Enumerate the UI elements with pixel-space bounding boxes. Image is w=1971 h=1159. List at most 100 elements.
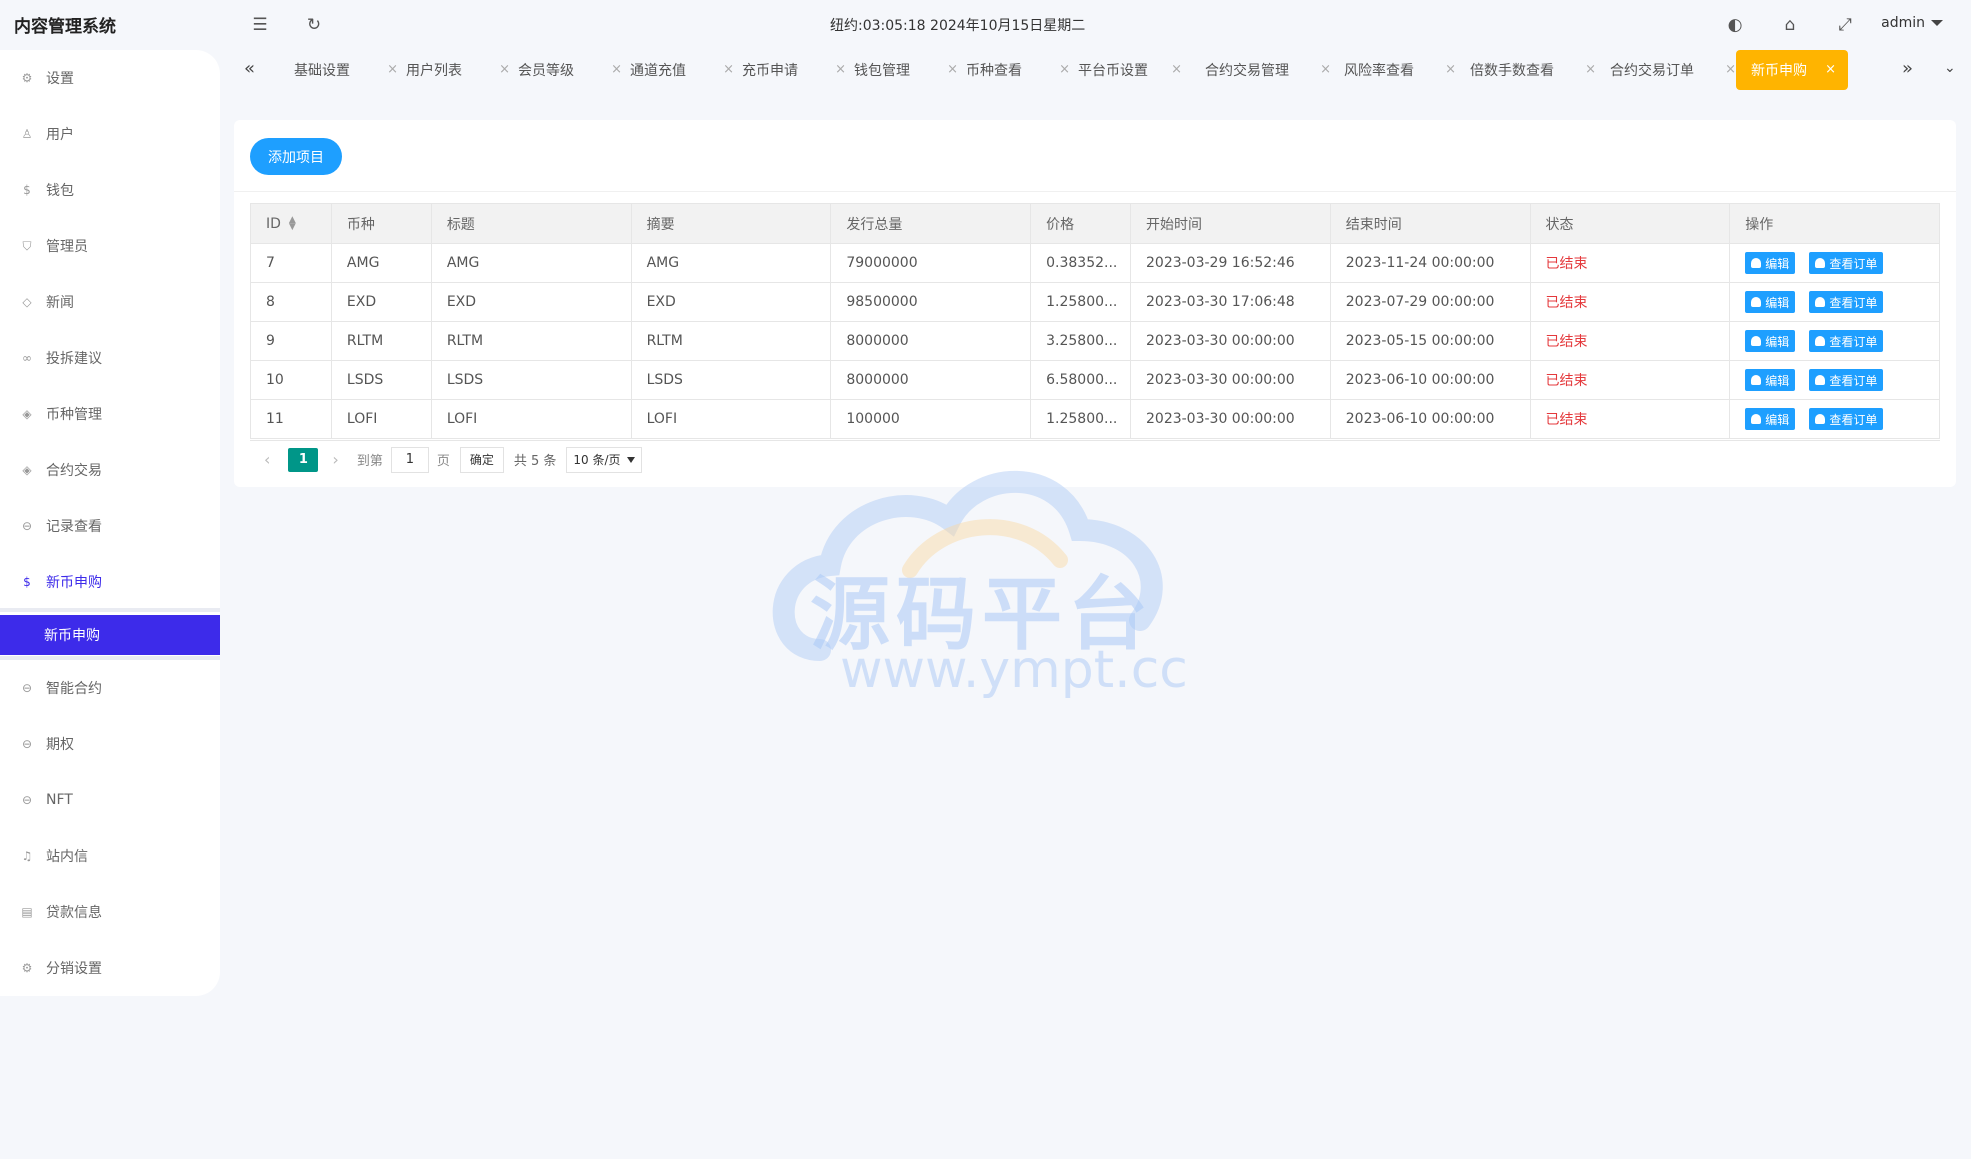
close-icon[interactable]: × — [1445, 62, 1456, 77]
tab-contract-management[interactable]: 合约交易管理 × — [1205, 50, 1331, 90]
close-icon[interactable]: × — [611, 62, 622, 77]
cell-actions: 编辑 查看订单 — [1729, 322, 1939, 360]
tab-deposit-request[interactable]: 充币申请 × — [742, 50, 846, 90]
confirm-button[interactable]: 确定 — [459, 446, 504, 473]
edit-button[interactable]: 编辑 — [1745, 369, 1796, 391]
tab-coin-view[interactable]: 币种查看 × — [966, 50, 1070, 90]
page-current[interactable]: 1 — [288, 447, 319, 472]
tab-user-list[interactable]: 用户列表 × — [406, 50, 510, 90]
cell-end: 2023-06-10 00:00:00 — [1329, 361, 1530, 399]
tab-contract-orders[interactable]: 合约交易订单 × — [1610, 50, 1736, 90]
chevron-down-icon[interactable]: ⌄ — [1944, 60, 1956, 76]
page-unit-label: 页 — [436, 454, 450, 469]
tab-label: 通道充值 — [630, 63, 686, 79]
close-icon[interactable]: × — [387, 62, 398, 77]
close-icon[interactable]: × — [947, 62, 958, 77]
header-status: 状态 — [1529, 204, 1730, 243]
sidebar-item-smart-contract[interactable]: ⊖ 智能合约 — [0, 668, 220, 708]
close-icon[interactable]: × — [723, 62, 734, 77]
sidebar-item-user[interactable]: ♙ 用户 — [0, 114, 220, 154]
header-label: ID — [266, 215, 281, 232]
tabs-prev-icon[interactable]: « — [244, 58, 255, 79]
sidebar-item-coins[interactable]: ◈ 币种管理 — [0, 394, 220, 434]
tab-member-level[interactable]: 会员等级 × — [518, 50, 622, 90]
sidebar-item-messages[interactable]: ♫ 站内信 — [0, 836, 220, 876]
tag-icon[interactable]: ⌂ — [1778, 13, 1802, 37]
cell-start: 2023-03-30 00:00:00 — [1130, 361, 1330, 399]
close-icon[interactable]: × — [1171, 62, 1182, 77]
view-orders-button[interactable]: 查看订单 — [1809, 252, 1884, 274]
header-id[interactable]: ID ▲ ▼ — [251, 204, 331, 243]
sidebar-item-news[interactable]: ◇ 新闻 — [0, 282, 220, 322]
tab-platform-coin[interactable]: 平台币设置 × — [1078, 50, 1182, 90]
tab-risk-rate[interactable]: 风险率查看 × — [1344, 50, 1456, 90]
tab-new-coin[interactable]: 新币申购 × — [1736, 50, 1848, 90]
cell-actions: 编辑 查看订单 — [1729, 244, 1939, 282]
add-project-button[interactable]: 添加项目 — [250, 138, 342, 175]
user-menu[interactable]: admin — [1881, 15, 1943, 31]
menu-toggle-icon[interactable]: ☰ — [248, 13, 272, 37]
data-table: ID ▲ ▼ 币种 标题 摘要 发行总量 价格 开始时间 结束时间 状态 操作 7 … — [250, 203, 1940, 439]
circle-arrow-icon: ⊖ — [21, 737, 33, 751]
view-orders-button[interactable]: 查看订单 — [1809, 291, 1884, 313]
user-icon — [1751, 375, 1762, 385]
tab-channel-recharge[interactable]: 通道充值 × — [630, 50, 734, 90]
tab-multiplier[interactable]: 倍数手数查看 × — [1470, 50, 1596, 90]
edit-button[interactable]: 编辑 — [1745, 330, 1796, 352]
cell-price: 0.38352... — [1030, 244, 1130, 282]
tabs-next-icon[interactable]: » — [1902, 58, 1913, 79]
sidebar-item-new-coin[interactable]: $ 新币申购 — [0, 562, 220, 602]
circle-arrow-icon: ⊖ — [21, 681, 33, 695]
close-icon[interactable]: × — [1825, 62, 1836, 77]
close-icon[interactable]: × — [1320, 62, 1331, 77]
edit-button[interactable]: 编辑 — [1745, 252, 1796, 274]
palette-icon[interactable]: ◐ — [1723, 13, 1747, 37]
fullscreen-icon[interactable]: ⤢ — [1833, 13, 1857, 37]
cell-summary: RLTM — [630, 322, 831, 360]
sidebar-subitem-new-coin[interactable]: 新币申购 — [0, 615, 220, 655]
chevron-left-icon[interactable]: ‹ — [264, 450, 270, 469]
close-icon[interactable]: × — [1585, 62, 1596, 77]
view-orders-button[interactable]: 查看订单 — [1809, 408, 1884, 430]
sidebar-item-label: 合约交易 — [46, 463, 102, 479]
sidebar-item-wallet[interactable]: $ 钱包 — [0, 170, 220, 210]
cell-price: 3.25800... — [1030, 322, 1130, 360]
user-icon — [1815, 336, 1826, 346]
close-icon[interactable]: × — [499, 62, 510, 77]
sidebar-item-contract[interactable]: ◈ 合约交易 — [0, 450, 220, 490]
sidebar-item-nft[interactable]: ⊖ NFT — [0, 780, 220, 820]
close-icon[interactable]: × — [1059, 62, 1070, 77]
tag-icon: ◇ — [22, 295, 32, 309]
tab-basic-settings[interactable]: 基础设置 × — [294, 50, 398, 90]
view-orders-button[interactable]: 查看订单 — [1809, 369, 1884, 391]
gear-icon: ⚙ — [21, 961, 33, 975]
sidebar-item-admin[interactable]: ⛉ 管理员 — [0, 226, 220, 266]
sidebar-item-distribution[interactable]: ⚙ 分销设置 — [0, 948, 220, 988]
sidebar-item-options[interactable]: ⊖ 期权 — [0, 724, 220, 764]
sidebar-item-loans[interactable]: ▤ 贷款信息 — [0, 892, 220, 932]
sidebar-item-settings[interactable]: ⚙ 设置 — [0, 58, 220, 98]
dollar-icon: $ — [23, 183, 31, 197]
cell-end: 2023-05-15 00:00:00 — [1329, 322, 1530, 360]
refresh-icon[interactable]: ↻ — [302, 13, 326, 37]
cell-total: 8000000 — [830, 361, 1030, 399]
cell-title: RLTM — [430, 322, 631, 360]
page-size-select[interactable]: 10 条/页 — [566, 446, 642, 473]
status-badge: 已结束 — [1529, 361, 1730, 399]
chevron-right-icon[interactable]: › — [332, 450, 338, 469]
cell-total: 100000 — [830, 400, 1030, 438]
close-icon[interactable]: × — [1725, 62, 1736, 77]
page-input[interactable] — [390, 446, 429, 473]
cell-start: 2023-03-30 00:00:00 — [1130, 322, 1330, 360]
view-orders-button[interactable]: 查看订单 — [1809, 330, 1884, 352]
sidebar-item-records[interactable]: ⊖ 记录查看 — [0, 506, 220, 546]
sort-icon[interactable]: ▲ ▼ — [289, 215, 296, 231]
edit-button[interactable]: 编辑 — [1745, 291, 1796, 313]
tab-wallet-management[interactable]: 钱包管理 × — [854, 50, 958, 90]
sidebar-item-feedback[interactable]: ∞ 投拆建议 — [0, 338, 220, 378]
cell-title: AMG — [430, 244, 631, 282]
cell-title: EXD — [430, 283, 631, 321]
edit-button[interactable]: 编辑 — [1745, 408, 1796, 430]
cell-id: 10 — [266, 372, 284, 388]
close-icon[interactable]: × — [835, 62, 846, 77]
